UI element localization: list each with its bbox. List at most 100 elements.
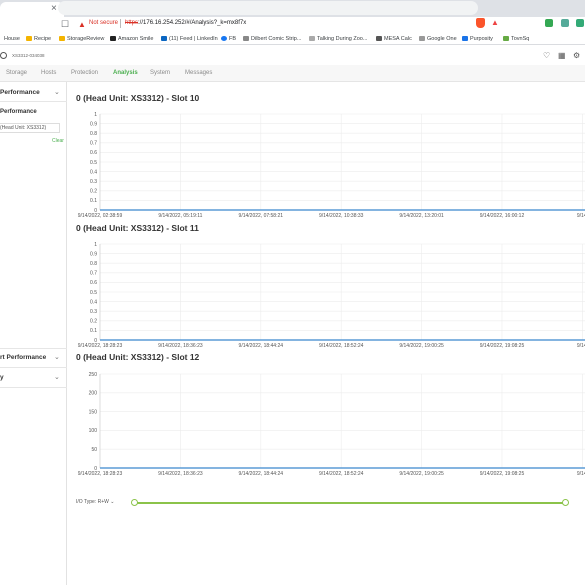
sidebar-section-other[interactable]: y bbox=[0, 374, 4, 381]
extension-icon[interactable] bbox=[545, 19, 553, 27]
sidebar-section-performance[interactable]: Performance bbox=[0, 89, 40, 96]
chevron-down-icon[interactable]: ⌄ bbox=[54, 88, 60, 96]
x-tick-label: 9/14/2022, 05:19:11 bbox=[158, 213, 202, 219]
tovnsq-icon bbox=[503, 36, 509, 41]
bookmark-label: FB bbox=[229, 36, 237, 42]
bookmark-mesa[interactable]: MESA Calc bbox=[376, 35, 412, 43]
bookmark-label: Talking During Zoo... bbox=[317, 36, 368, 42]
y-tick-label: 50 bbox=[91, 447, 97, 453]
bookmark-dilbert[interactable]: Dilbert Comic Strip... bbox=[243, 35, 301, 43]
bookmark-label: Amazon Smile bbox=[118, 36, 154, 42]
chart-title-slot12: 0 (Head Unit: XS3312) - Slot 12 bbox=[76, 352, 200, 362]
x-tick-label: 9/14/2022, 18:28:23 bbox=[78, 471, 123, 477]
folder-icon bbox=[26, 36, 32, 41]
bookmark-house[interactable]: House bbox=[4, 35, 20, 43]
time-range-slider[interactable] bbox=[135, 502, 566, 504]
x-tick-label: 9/14/2022, 18:36:23 bbox=[158, 343, 203, 349]
x-tick-label: 9/14/ bbox=[577, 213, 585, 219]
tab-close-icon[interactable]: × bbox=[51, 3, 57, 15]
x-tick-label: 9/14/2022, 18:36:23 bbox=[158, 471, 203, 477]
x-tick-label: 9/14/2022, 19:08:25 bbox=[480, 471, 525, 477]
heartbeat-icon[interactable]: ♡ bbox=[543, 51, 550, 60]
chart-svg-slot10: 10.90.80.70.60.50.40.30.20.109/14/2022, … bbox=[78, 112, 585, 219]
y-tick-label: 0.4 bbox=[90, 169, 97, 175]
bookmark-amazon-smile[interactable]: Amazon Smile bbox=[110, 35, 153, 43]
bookmark-linkedin[interactable]: (11) Feed | LinkedIn bbox=[161, 35, 218, 43]
nav-protection[interactable]: Protection bbox=[71, 70, 98, 76]
y-tick-label: 0.2 bbox=[90, 319, 97, 325]
x-tick-label: 9/14/2022, 07:58:21 bbox=[239, 213, 284, 219]
slider-handle-end[interactable] bbox=[562, 499, 569, 506]
bookmark-tovnsq[interactable]: TovnSq bbox=[503, 35, 529, 43]
bookmark-recipe[interactable]: Recipe bbox=[26, 35, 51, 43]
y-tick-label: 0.7 bbox=[90, 141, 97, 147]
slider-handle-start[interactable] bbox=[131, 499, 138, 506]
nav-messages[interactable]: Messages bbox=[185, 70, 212, 76]
chart-slot11: 1 0.9 0.8 0.7 0.6 0.5 0.4 0.3 0.2 0.1 0 9/14/2022, … bbox=[70, 238, 585, 350]
x-tick-label: 9/14/2022, 18:52:24 bbox=[319, 343, 364, 349]
y-tick-label: 1 bbox=[94, 112, 97, 118]
y-tick-label: 0.3 bbox=[90, 309, 97, 315]
grid-icon[interactable]: ▦ bbox=[558, 51, 566, 60]
bookmark-talking[interactable]: Talking During Zoo... bbox=[309, 35, 367, 43]
security-status[interactable]: Not secure bbox=[89, 20, 118, 26]
y-tick-label: 100 bbox=[89, 428, 98, 434]
brave-rewards-icon[interactable]: ▲ bbox=[491, 18, 499, 28]
sidebar-section-port-performance[interactable]: rt Performance bbox=[0, 354, 46, 361]
linkedin-icon bbox=[161, 36, 167, 41]
app-header bbox=[0, 48, 585, 65]
nav-analysis[interactable]: Analysis bbox=[113, 70, 138, 76]
chart-slot10: 1 0.9 0.8 0.7 0.6 0.5 0.4 0.3 0.2 0.1 0 9/14/2022, … bbox=[70, 108, 585, 220]
y-tick-label: 0.5 bbox=[90, 160, 97, 166]
y-tick-label: 150 bbox=[89, 409, 98, 415]
bookmark-label: (11) Feed | LinkedIn bbox=[169, 36, 218, 42]
x-tick-label: 9/14/2022, 19:00:25 bbox=[399, 471, 444, 477]
extension-icon[interactable] bbox=[576, 19, 584, 27]
x-tick-label: 9/14/2022, 19:08:25 bbox=[480, 343, 525, 349]
x-tick-label: 9/14/2022, 18:44:24 bbox=[239, 343, 284, 349]
bookmark-fb[interactable]: FB bbox=[221, 35, 236, 43]
url-separator bbox=[120, 19, 121, 28]
sidebar-divider bbox=[0, 101, 67, 102]
settings-icon[interactable]: ⚙ bbox=[573, 51, 580, 60]
bookmark-label: Google One bbox=[427, 36, 457, 42]
chevron-down-icon[interactable]: ⌄ bbox=[54, 353, 60, 361]
brave-shield-icon[interactable] bbox=[476, 18, 485, 28]
nav-hosts[interactable]: Hosts bbox=[41, 70, 56, 76]
clear-link[interactable]: Clear bbox=[52, 138, 64, 144]
bookmark-label: Dilbert Comic Strip... bbox=[251, 36, 302, 42]
sidebar-subheading: Performance bbox=[0, 109, 37, 115]
bookmark-storagereview[interactable]: StorageReview bbox=[59, 35, 104, 43]
bookmark-google-one[interactable]: Google One bbox=[419, 35, 457, 43]
omnibox[interactable] bbox=[58, 1, 478, 15]
y-tick-label: 0.8 bbox=[90, 131, 97, 137]
chart-svg-slot11: 10.90.80.70.60.50.40.30.20.109/14/2022, … bbox=[78, 242, 585, 349]
chart-slot12: 250 200 150 100 50 0 9/14/2022, 18:28:23 9/14/2… bbox=[70, 368, 585, 478]
x-tick-label: 9/14/2022, 10:38:33 bbox=[319, 213, 364, 219]
browser-tab[interactable]: × bbox=[0, 2, 64, 17]
sidebar-divider bbox=[0, 367, 67, 368]
url-text[interactable]: https://176.16.254.252/#/Analysis?_k=mx8… bbox=[125, 20, 246, 26]
y-tick-label: 0.1 bbox=[90, 328, 97, 334]
sidebar bbox=[0, 82, 67, 585]
x-tick-label: 9/14/2022, 02:38:59 bbox=[78, 213, 123, 219]
chevron-down-icon[interactable]: ⌄ bbox=[54, 373, 60, 381]
nav-storage[interactable]: Storage bbox=[6, 70, 27, 76]
io-type-dropdown[interactable]: I/O Type: R+W ⌄ bbox=[76, 499, 114, 505]
url-path: ://176.16.254.252/#/Analysis?_k=mx8f7x bbox=[138, 20, 247, 26]
sidebar-divider bbox=[0, 348, 67, 349]
warning-icon: ▲ bbox=[78, 20, 86, 29]
bookmark-label: TovnSq bbox=[511, 36, 530, 42]
y-tick-label: 0.9 bbox=[90, 121, 97, 127]
bookmark-purposity[interactable]: Purposity bbox=[462, 35, 493, 43]
dilbert-icon bbox=[243, 36, 249, 41]
extension-icon[interactable] bbox=[561, 19, 569, 27]
y-tick-label: 0.3 bbox=[90, 179, 97, 185]
nav-system[interactable]: System bbox=[150, 70, 170, 76]
bookmark-label: Purposity bbox=[470, 36, 493, 42]
page-icon bbox=[376, 36, 382, 41]
bookmark-page-icon[interactable]: ☐ bbox=[61, 18, 69, 31]
folder-icon bbox=[59, 36, 65, 41]
head-unit-select[interactable]: (Head Unit: XS3312) bbox=[0, 123, 60, 133]
y-tick-label: 1 bbox=[94, 242, 97, 248]
